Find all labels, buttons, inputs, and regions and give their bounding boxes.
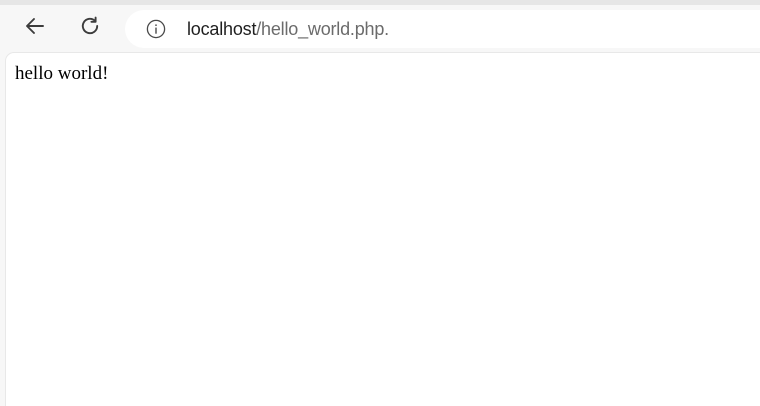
info-icon	[146, 19, 166, 39]
address-bar[interactable]: localhost/hello_world.php.	[125, 10, 760, 48]
reload-button[interactable]	[72, 8, 108, 44]
page-body-text: hello world!	[15, 63, 109, 84]
reload-icon	[81, 16, 99, 35]
url-text[interactable]: localhost/hello_world.php.	[187, 20, 389, 38]
browser-window: localhost/hello_world.php. hello world!	[0, 0, 760, 406]
arrow-left-icon	[26, 18, 44, 34]
site-info-button[interactable]	[145, 18, 167, 40]
browser-toolbar: localhost/hello_world.php.	[0, 5, 760, 50]
url-host: localhost	[187, 19, 257, 39]
back-button[interactable]	[17, 8, 53, 44]
page-viewport: hello world!	[6, 53, 760, 406]
url-path: /hello_world.php.	[256, 19, 389, 39]
